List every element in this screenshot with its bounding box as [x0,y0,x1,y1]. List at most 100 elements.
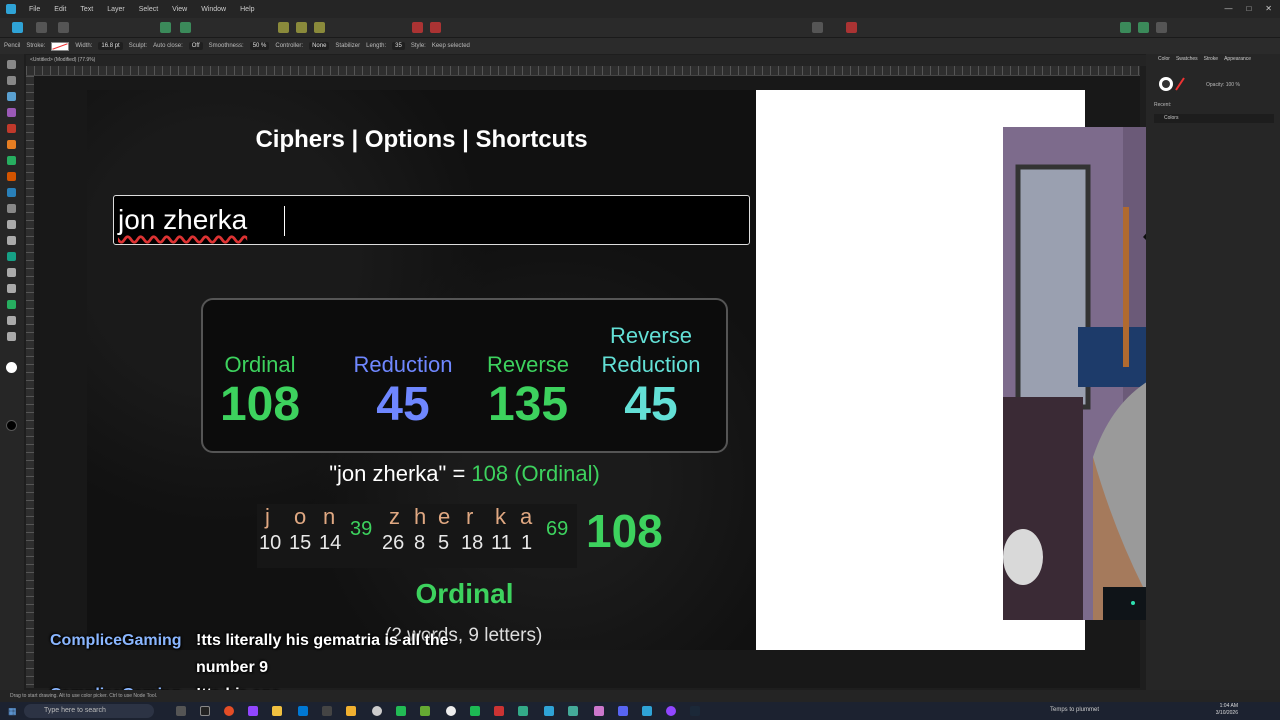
app6-icon[interactable] [642,706,652,716]
controller-dropdown[interactable]: None [309,42,330,50]
app-icon[interactable] [372,706,382,716]
pencil-tool-icon[interactable] [7,140,16,149]
nvidia-icon[interactable] [420,706,430,716]
keep-selected-checkbox[interactable]: Keep selected [432,43,470,49]
autoclose-dropdown[interactable]: Off [188,42,203,50]
task-view-icon[interactable] [176,706,186,716]
tab-stroke[interactable]: Stroke [1204,56,1218,66]
text-caret [284,206,285,236]
spotify-icon[interactable] [470,706,480,716]
stroke-swatch[interactable] [51,41,70,51]
affinity-designer-icon[interactable] [544,706,554,716]
snapping-icon[interactable] [160,22,171,33]
menu-file[interactable]: File [29,6,40,13]
boolean-add-icon[interactable] [412,22,423,33]
smoothness-label: Smoothness: [208,43,244,49]
length-field[interactable]: 35 [392,42,405,50]
fill-tool-icon[interactable] [7,172,16,181]
palette-dropdown[interactable]: Colors [1154,114,1274,123]
transparency-tool-icon[interactable] [7,188,16,197]
shape-tool-icon[interactable] [7,252,16,261]
boolean-subtract-icon[interactable] [430,22,441,33]
menu-help[interactable]: Help [240,6,254,13]
text-tool-icon[interactable] [7,268,16,277]
document-tab[interactable]: <Untitled> (Modified) (77.9%) [26,55,1146,66]
snapping-options-icon[interactable] [180,22,191,33]
smoothness-field[interactable]: 50 % [249,42,270,50]
rectangle-tool-icon[interactable] [7,220,16,229]
letter-value: 10 [259,532,282,554]
phrase-input[interactable]: jon zherka [113,195,750,245]
brush-tool-icon[interactable] [7,156,16,165]
folder-icon[interactable] [346,706,356,716]
view-tool-icon[interactable] [7,332,16,341]
obs-icon[interactable] [200,706,210,716]
terminal-icon[interactable] [396,706,406,716]
app7-icon[interactable] [666,706,676,716]
preferences-icon[interactable] [1138,22,1149,33]
letter: z [389,504,400,529]
weather-widget[interactable]: Temps to plummet [1050,707,1099,713]
close-icon[interactable]: ✕ [1265,4,1272,13]
discord-icon[interactable] [618,706,628,716]
app4-icon[interactable] [568,706,578,716]
point-transform-icon[interactable] [7,108,16,117]
steam-icon[interactable] [690,706,700,716]
maximize-icon[interactable]: □ [1246,4,1251,13]
taskbar-search[interactable]: Type here to search [24,704,154,718]
twitch-icon[interactable] [248,706,258,716]
letter: e [438,504,451,529]
menu-layer[interactable]: Layer [107,6,125,13]
vector-crop-icon[interactable] [7,204,16,213]
assistant-icon[interactable] [1120,22,1131,33]
tab-appearance[interactable]: Appearance [1224,56,1251,66]
move-tool-icon[interactable] [7,60,16,69]
node-tool-icon[interactable] [7,76,16,85]
zoom-tool-icon[interactable] [7,316,16,325]
corner-tool-icon[interactable] [7,92,16,101]
width-field[interactable]: 16.8 pt [98,42,123,50]
result-label: Reverse [610,323,692,348]
chat-username: CompliceGaming [50,632,182,649]
file-explorer-icon[interactable] [272,706,282,716]
transform-icon[interactable] [812,22,823,33]
menu-edit[interactable]: Edit [54,6,66,13]
app5-icon[interactable] [594,706,604,716]
menu-text[interactable]: Text [80,6,93,13]
edge-icon[interactable] [298,706,308,716]
designer-persona-icon[interactable] [12,22,23,33]
pen-tool-icon[interactable] [7,124,16,133]
export-persona-icon[interactable] [58,22,69,33]
arrange-icon[interactable] [314,22,325,33]
menu-select[interactable]: Select [139,6,158,13]
store-icon[interactable] [322,706,332,716]
distribute-icon[interactable] [296,22,307,33]
ellipse-tool-icon[interactable] [7,236,16,245]
pixel-persona-icon[interactable] [36,22,47,33]
tab-color[interactable]: Color [1158,56,1170,66]
windows-start-icon[interactable]: ▦ [8,706,17,717]
menu-window[interactable]: Window [201,6,226,13]
github-icon[interactable] [446,706,456,716]
fill-stroke-selector-icon[interactable] [1156,74,1186,94]
chrome-icon[interactable] [224,706,234,716]
align-icon[interactable] [278,22,289,33]
stroke-swatch-icon[interactable] [6,420,17,431]
frame-text-icon[interactable] [7,284,16,293]
system-clock[interactable]: 1:04 AM 3/10/2026 [1216,703,1238,717]
stabilizer-checkbox[interactable]: Stabilizer [335,43,360,49]
context-toolbar: Pencil Stroke: Width: 16.8 pt Sculpt: Au… [0,38,1280,54]
color-picker-icon[interactable] [846,22,857,33]
total-value: 108 [586,505,663,557]
account-icon[interactable] [1156,22,1167,33]
tab-swatches[interactable]: Swatches [1176,56,1198,66]
opacity-field[interactable]: Opacity: 100 % [1206,82,1240,88]
minimize-icon[interactable]: — [1224,4,1232,13]
menu-view[interactable]: View [172,6,187,13]
place-image-icon[interactable] [7,300,16,309]
app2-icon[interactable] [494,706,504,716]
fill-swatch-icon[interactable] [6,362,17,373]
ciphers-nav[interactable]: Ciphers | Options | Shortcuts [87,126,756,154]
app3-icon[interactable] [518,706,528,716]
stroke-label: Stroke: [26,43,46,49]
